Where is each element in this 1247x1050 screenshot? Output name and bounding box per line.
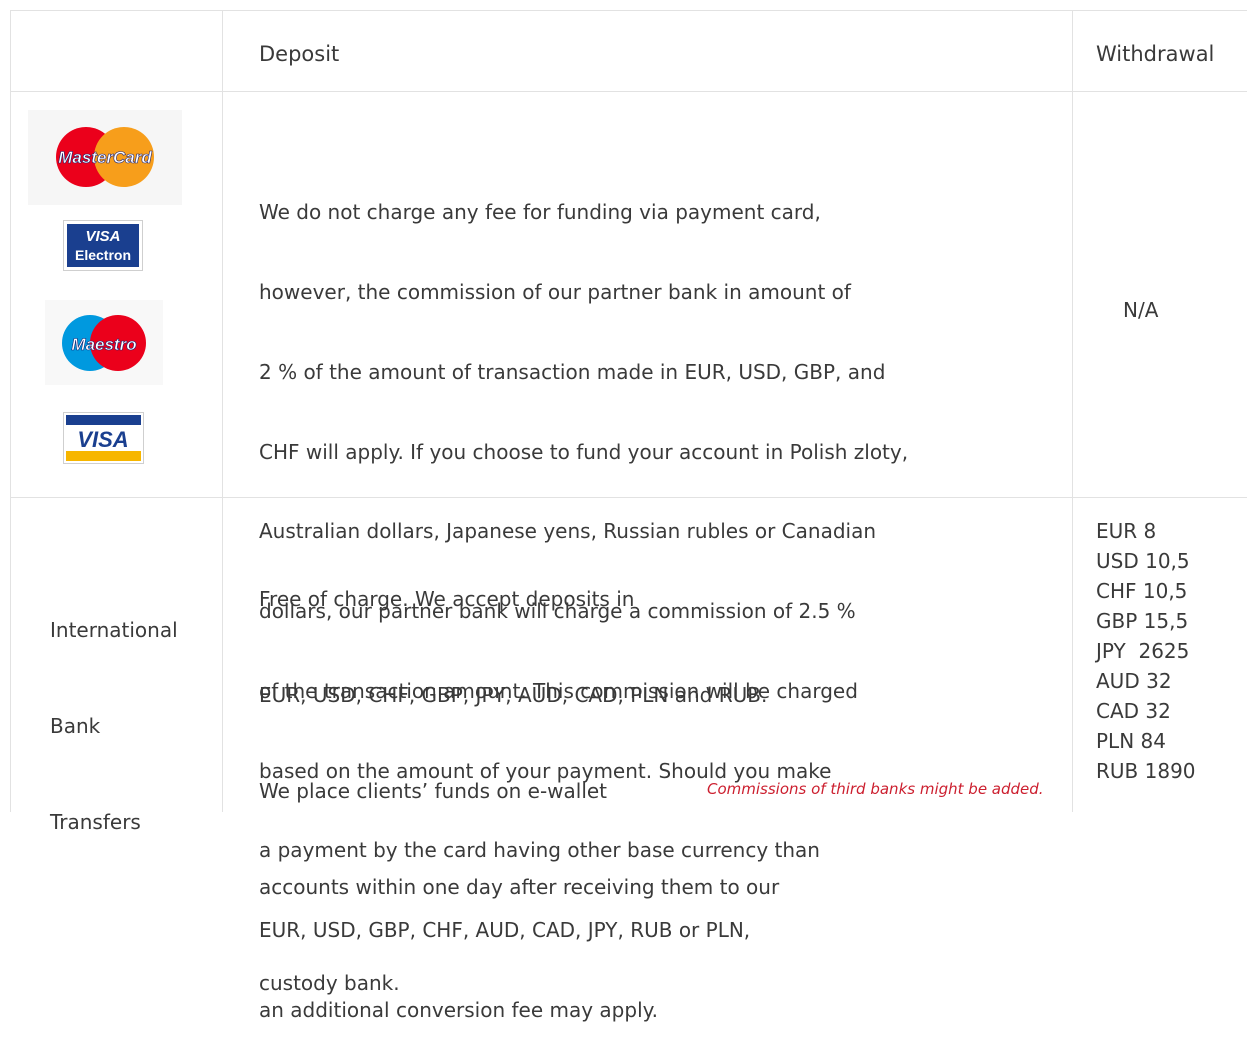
visa-electron-logo: VISA Electron [63, 220, 143, 271]
visa-logo: VISA [63, 412, 144, 464]
mastercard-wordmark: MasterCard [58, 148, 152, 167]
visa-electron-icon: VISA Electron [63, 220, 143, 271]
mastercard-logo: MasterCard [28, 110, 182, 205]
fee-currency: RUB [1096, 759, 1139, 783]
fee-amount: 1890 [1144, 759, 1196, 783]
fee-amount: 32 [1145, 699, 1171, 723]
svg-text:VISA: VISA [85, 228, 120, 245]
card-deposit-line: We do not charge any fee for funding via… [259, 200, 821, 225]
fee-currency: AUD [1096, 669, 1140, 693]
fee-row-jpy: JPY 2625 [1096, 636, 1196, 666]
bank-deposit-text: Free of charge. We accept deposits in EU… [259, 519, 779, 1031]
fee-amount: 8 [1143, 519, 1157, 543]
fee-row-gbp: GBP 15,5 [1096, 606, 1196, 636]
fee-amount: 2625 [1138, 639, 1190, 663]
bank-label-line: Bank [50, 714, 101, 738]
fee-currency: GBP [1096, 609, 1138, 633]
visa-icon: VISA [63, 412, 144, 464]
bank-deposit-line: We place clients’ funds on e-wallet [259, 779, 608, 803]
bank-label-line: Transfers [50, 810, 141, 834]
fee-row-aud: AUD 32 [1096, 666, 1196, 696]
withdrawal-fee-list: EUR 8 USD 10,5 CHF 10,5 GBP 15,5 JPY 262… [1096, 516, 1196, 786]
third-banks-note: Commissions of third banks might be adde… [707, 780, 1044, 798]
header-deposit: Deposit [259, 42, 340, 66]
fee-amount: 10,5 [1142, 579, 1188, 603]
card-withdrawal-value: N/A [1123, 298, 1159, 322]
svg-text:Electron: Electron [75, 247, 131, 263]
fee-currency: CAD [1096, 699, 1140, 723]
bank-label-line: International [50, 618, 178, 642]
card-deposit-line: 2 % of the amount of transaction made in… [259, 359, 886, 384]
fee-row-cad: CAD 32 [1096, 696, 1196, 726]
fee-amount: 15,5 [1143, 609, 1189, 633]
fee-currency: PLN [1096, 729, 1135, 753]
bank-deposit-line: EUR, USD, CHF, GBP, JPY, AUD, CAD, PLN a… [259, 683, 768, 707]
fee-currency: USD [1096, 549, 1139, 573]
svg-text:Maestro: Maestro [71, 335, 136, 354]
header-row-divider [10, 91, 1247, 92]
column-divider-2 [1072, 10, 1073, 812]
fee-amount: 84 [1140, 729, 1166, 753]
fee-currency: CHF [1096, 579, 1137, 603]
maestro-icon: Maestro [62, 315, 146, 371]
fee-amount: 10,5 [1145, 549, 1190, 573]
fee-row-chf: CHF 10,5 [1096, 576, 1196, 606]
bank-deposit-line: custody bank. [259, 971, 400, 995]
maestro-logo: Maestro [45, 300, 163, 385]
column-divider-1 [222, 10, 223, 812]
header-withdrawal: Withdrawal [1096, 42, 1215, 66]
fee-row-pln: PLN 84 [1096, 726, 1196, 756]
bank-deposit-line: Free of charge. We accept deposits in [259, 587, 635, 611]
fee-row-usd: USD 10,5 [1096, 546, 1196, 576]
fee-currency: JPY [1096, 639, 1126, 663]
card-deposit-line: CHF will apply. If you choose to fund yo… [259, 439, 909, 464]
fee-amount: 32 [1146, 669, 1172, 693]
card-deposit-line: however, the commission of our partner b… [259, 279, 851, 304]
fee-row-rub: RUB 1890 [1096, 756, 1196, 786]
bank-transfers-label: International Bank Transfers [50, 550, 178, 870]
svg-text:VISA: VISA [77, 427, 128, 452]
mastercard-icon: MasterCard [56, 127, 154, 187]
bank-deposit-line: accounts within one day after receiving … [259, 875, 780, 899]
fee-row-eur: EUR 8 [1096, 516, 1196, 546]
fee-currency: EUR [1096, 519, 1138, 543]
table-top-border [10, 10, 1247, 11]
table-left-border [10, 10, 11, 812]
